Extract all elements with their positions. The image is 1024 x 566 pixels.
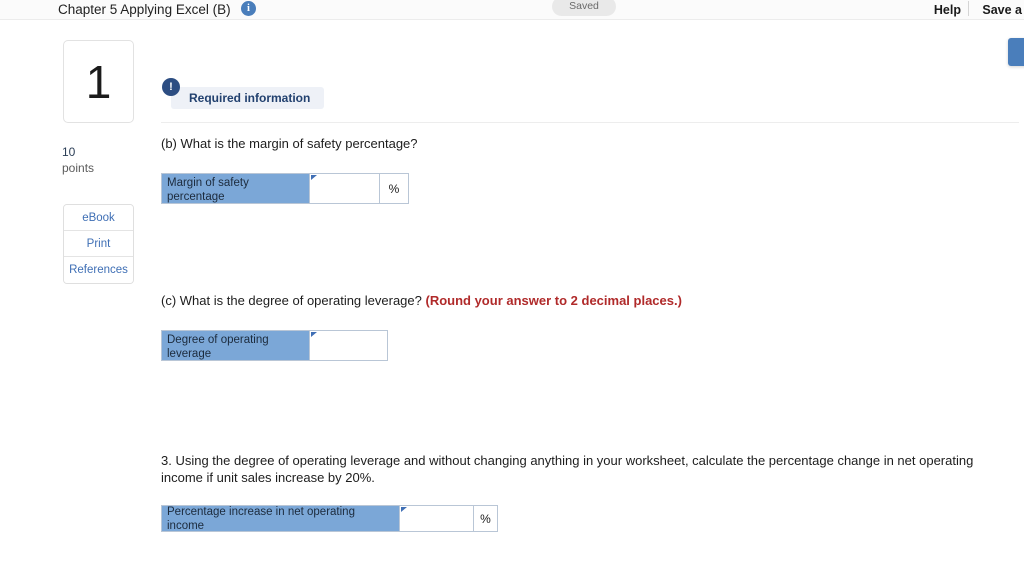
references-button[interactable]: References <box>64 257 133 283</box>
question-number-box: 1 <box>63 40 134 123</box>
answer-label-b: Margin of safety percentage <box>162 174 310 203</box>
question-c-prompt: (c) What is the degree of operating leve… <box>161 293 981 310</box>
section-divider <box>161 122 1019 123</box>
header-divider <box>968 1 969 16</box>
question-c-hint: (Round your answer to 2 decimal places.) <box>425 293 682 308</box>
exclamation-icon: ! <box>162 78 180 96</box>
points-value: 10 <box>62 145 76 159</box>
answer-input-3[interactable] <box>400 506 474 531</box>
answer-table-c: Degree of operating leverage <box>161 330 388 361</box>
status-badge: Saved <box>552 0 616 16</box>
answer-label-3: Percentage increase in net operating inc… <box>162 506 400 531</box>
points-label: points <box>62 161 95 175</box>
resource-buttons: eBook Print References <box>63 204 134 284</box>
unit-cell-3: % <box>474 506 497 531</box>
info-icon[interactable]: i <box>241 1 256 16</box>
question-c-text: (c) What is the degree of operating leve… <box>161 293 426 308</box>
ebook-button[interactable]: eBook <box>64 205 133 231</box>
floating-action-button[interactable] <box>1008 38 1024 66</box>
answer-label-c: Degree of operating leverage <box>162 331 310 360</box>
question-b-text: (b) What is the margin of safety percent… <box>161 136 418 151</box>
help-button[interactable]: Help <box>934 0 961 20</box>
print-button[interactable]: Print <box>64 231 133 257</box>
question-b-prompt: (b) What is the margin of safety percent… <box>161 136 861 153</box>
unit-cell-b: % <box>380 174 408 203</box>
page-title: Chapter 5 Applying Excel (B) <box>58 2 231 17</box>
answer-table-b: Margin of safety percentage % <box>161 173 409 204</box>
required-information-label: Required information <box>171 87 325 109</box>
answer-input-c[interactable] <box>310 331 387 360</box>
answer-table-3: Percentage increase in net operating inc… <box>161 505 498 532</box>
save-and-exit-button[interactable]: Save a <box>982 0 1024 20</box>
question-3-prompt: 3. Using the degree of operating leverag… <box>161 453 974 485</box>
answer-input-b[interactable] <box>310 174 380 203</box>
